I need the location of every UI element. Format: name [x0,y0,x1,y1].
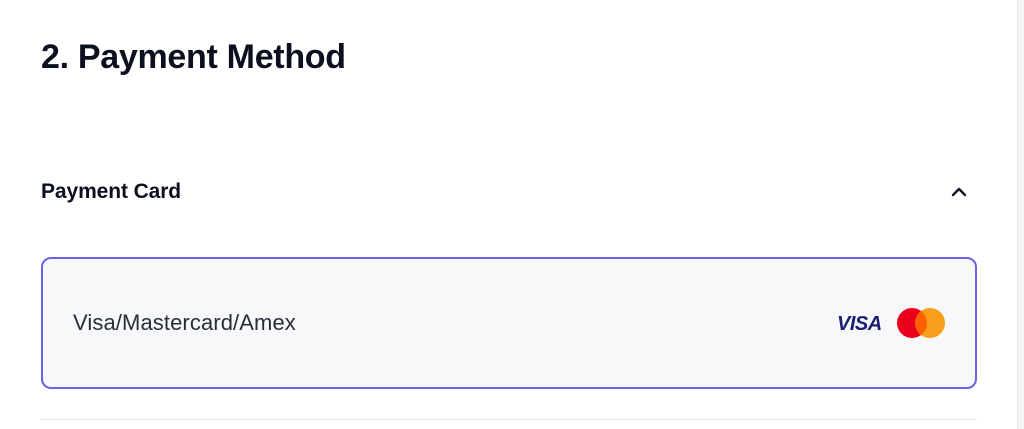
card-option-label: Visa/Mastercard/Amex [73,310,296,335]
section-divider [41,419,977,420]
card-brand-logos: VISA [837,307,946,339]
payment-card-accordion-header[interactable]: Payment Card [41,170,977,214]
accordion-title: Payment Card [41,180,182,203]
chevron-up-icon[interactable] [947,180,971,204]
section-title: 2. Payment Method [41,38,346,76]
visa-logo-text: VISA [837,313,882,334]
mastercard-logo [897,308,945,338]
payment-method-panel: 2. Payment Method Payment Card Visa/Mast… [0,0,1018,429]
visa-logo: VISA [837,313,882,334]
card-payment-option[interactable]: Visa/Mastercard/Amex VISA [41,257,977,389]
